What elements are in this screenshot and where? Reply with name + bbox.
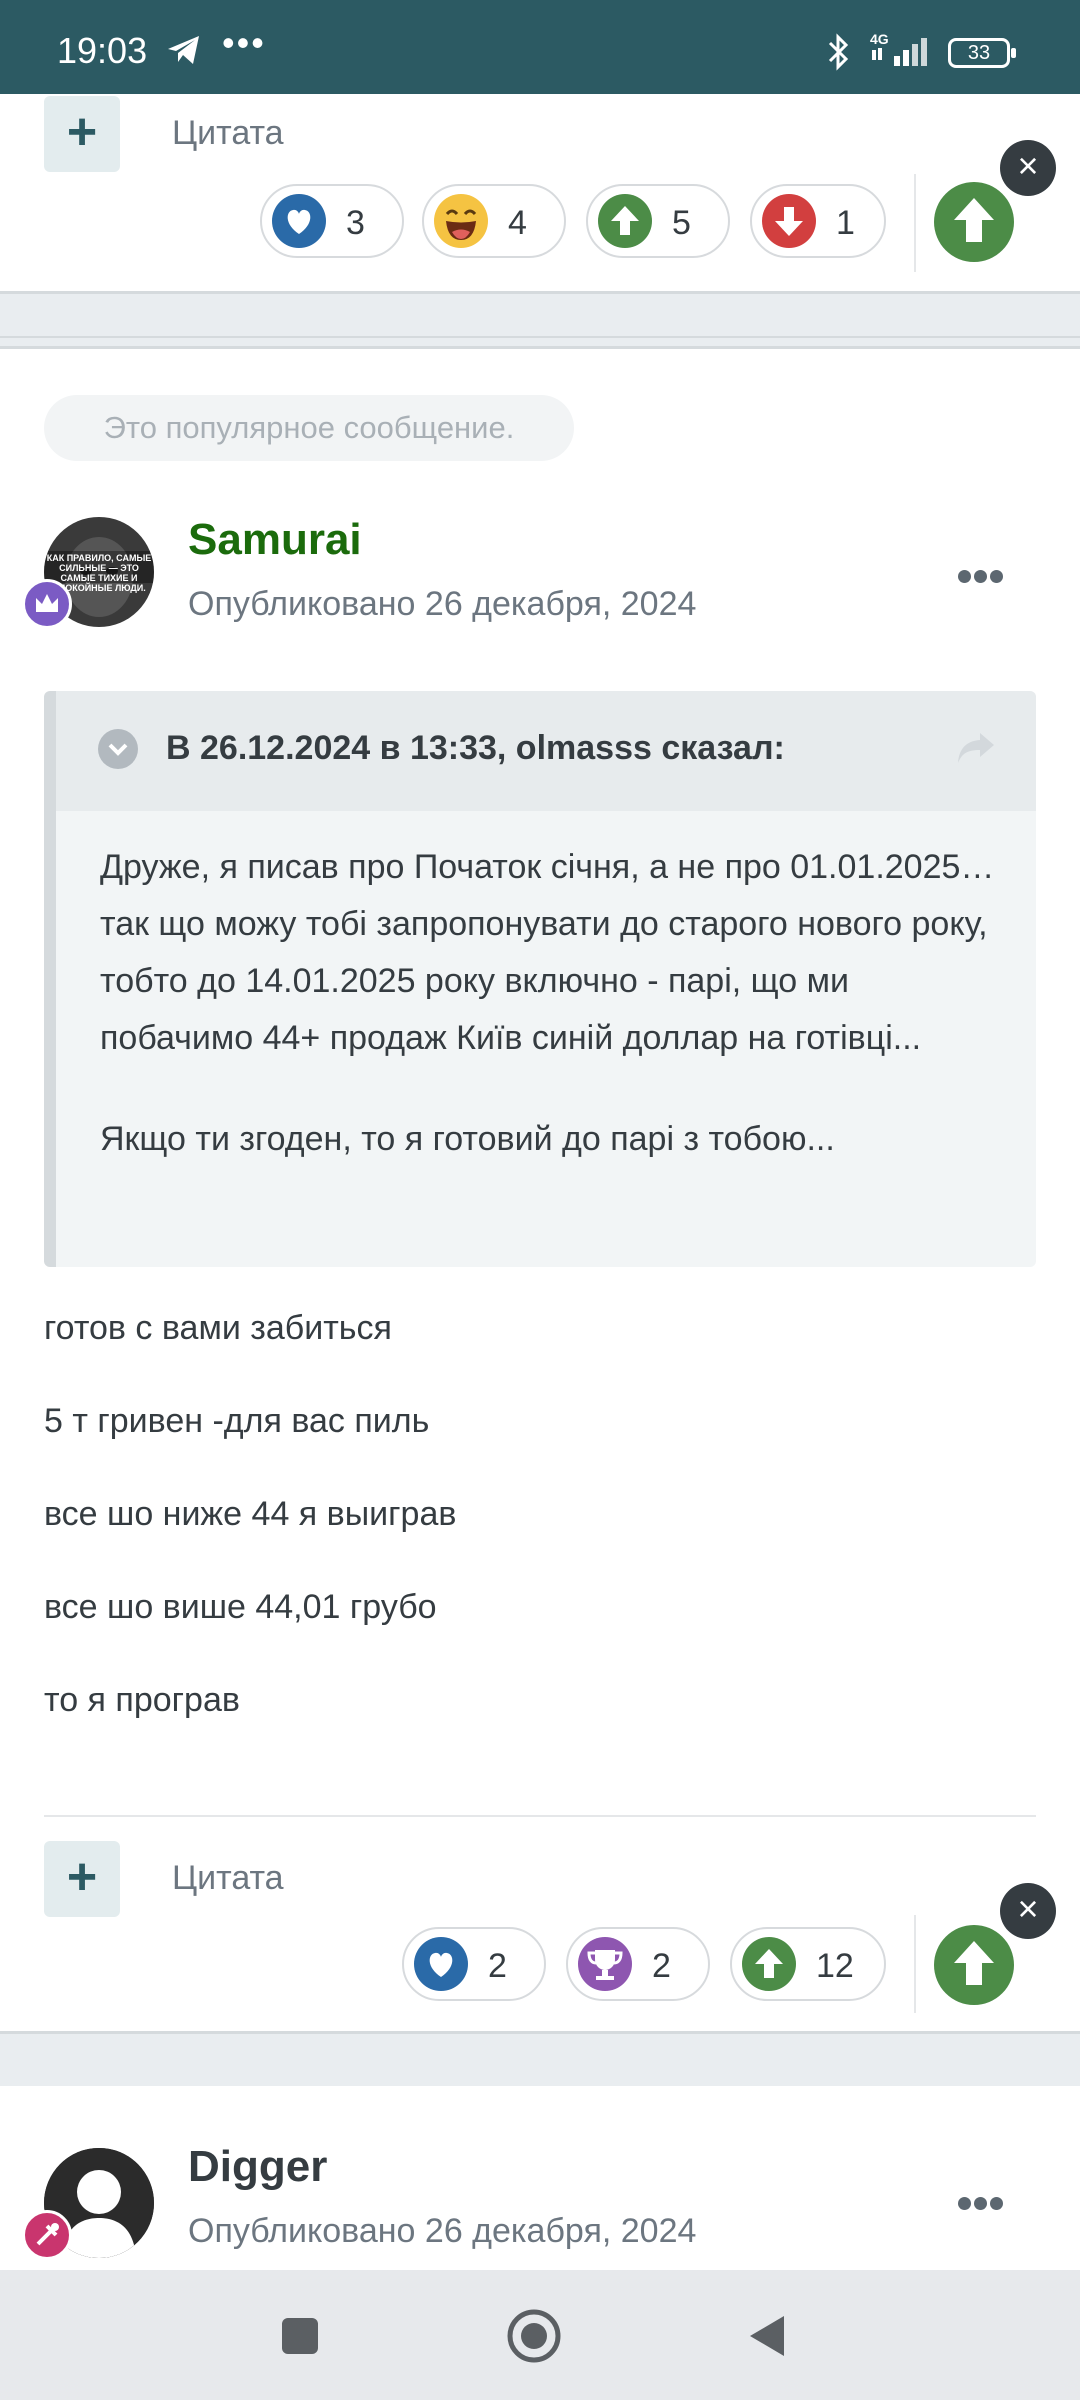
trophy-icon xyxy=(578,1937,632,1991)
rank-crown-icon xyxy=(22,579,72,629)
network-type: 4G xyxy=(870,31,889,47)
post-top-footer: + Цитата 3 4 5 1 × xyxy=(0,94,1080,294)
bluetooth-icon xyxy=(826,32,852,77)
reaction-count: 12 xyxy=(816,1947,854,1985)
reaction-count: 3 xyxy=(346,204,365,242)
telegram-icon xyxy=(166,34,202,71)
share-arrow-icon[interactable] xyxy=(956,731,996,770)
status-time: 19:03 xyxy=(57,30,148,71)
post-text-line: готов с вами забиться xyxy=(44,1309,392,1347)
post-options-icon[interactable] xyxy=(958,2186,1006,2217)
post-text-line: все шо више 44,01 грубо xyxy=(44,1588,437,1626)
heart-icon xyxy=(272,194,326,248)
heart-icon xyxy=(414,1937,468,1991)
upvote-button[interactable] xyxy=(934,182,1014,262)
upvote-icon xyxy=(598,194,652,248)
reaction-upvote[interactable]: 5 xyxy=(586,184,730,258)
post-date: Опубликовано 26 декабря, 2024 xyxy=(188,2212,697,2250)
quote-block: В 26.12.2024 в 13:33, olmasss сказал: Др… xyxy=(44,691,1036,1267)
quote-citation: В 26.12.2024 в 13:33, olmasss сказал: xyxy=(166,729,785,767)
reaction-upvote[interactable]: 12 xyxy=(730,1927,886,2001)
reaction-downvote[interactable]: 1 xyxy=(750,184,886,258)
multiquote-add-button[interactable]: + xyxy=(44,1841,120,1917)
author-name[interactable]: Digger xyxy=(188,2142,327,2192)
close-icon[interactable]: × xyxy=(1000,1883,1056,1939)
back-button[interactable] xyxy=(748,2314,788,2363)
recent-apps-button[interactable] xyxy=(280,2316,320,2361)
upvote-icon xyxy=(742,1937,796,1991)
quote-paragraph: Друже, я писав про Початок січня, а не п… xyxy=(100,848,995,1057)
system-navigation-bar xyxy=(0,2270,1080,2400)
post-options-icon[interactable] xyxy=(958,559,1006,590)
post-text-line: все шо ниже 44 я выиграв xyxy=(44,1495,457,1533)
reaction-heart[interactable]: 3 xyxy=(260,184,404,258)
divider xyxy=(44,1815,1036,1817)
reaction-count: 4 xyxy=(508,204,527,242)
quote-header[interactable]: В 26.12.2024 в 13:33, olmasss сказал: xyxy=(56,691,1036,811)
reaction-trophy[interactable]: 2 xyxy=(566,1927,710,2001)
rank-badge-icon xyxy=(22,2210,72,2260)
more-notifications-icon: ••• xyxy=(222,22,266,63)
post-gap xyxy=(0,294,1080,346)
reaction-count: 2 xyxy=(652,1947,671,1985)
reaction-count: 2 xyxy=(488,1947,507,1985)
author-name[interactable]: Samurai xyxy=(188,515,362,565)
quote-button[interactable]: Цитата xyxy=(172,114,284,153)
close-icon[interactable]: × xyxy=(1000,140,1056,196)
battery-icon: 33 xyxy=(948,38,1016,68)
chevron-down-icon[interactable] xyxy=(98,729,138,769)
popular-badge: Это популярное сообщение. xyxy=(44,395,574,461)
reaction-count: 5 xyxy=(672,204,691,242)
post-date: Опубликовано 26 декабря, 2024 xyxy=(188,585,697,623)
post-digger: Digger Опубликовано 26 декабря, 2024 xyxy=(0,2086,1080,2270)
quote-button[interactable]: Цитата xyxy=(172,1859,284,1898)
signal-icon: 4G xyxy=(868,30,934,75)
divider xyxy=(914,1915,916,2013)
reaction-heart[interactable]: 2 xyxy=(402,1927,546,2001)
post-samurai: Это популярное сообщение. КАК ПРАВИЛО, С… xyxy=(0,346,1080,2034)
post-text-line: 5 т гривен -для вас пиль xyxy=(44,1402,430,1440)
downvote-icon xyxy=(762,194,816,248)
post-text-line: то я програв xyxy=(44,1681,240,1719)
divider xyxy=(914,174,916,272)
multiquote-add-button[interactable]: + xyxy=(44,96,120,172)
post-gap xyxy=(0,2034,1080,2086)
upvote-button[interactable] xyxy=(934,1925,1014,2005)
laugh-icon xyxy=(434,194,488,248)
home-button[interactable] xyxy=(506,2308,562,2369)
status-bar: 19:03 ••• 4G 33 xyxy=(0,0,1080,94)
quote-paragraph: Якщо ти згоден, то я готовий до парі з т… xyxy=(100,1120,835,1158)
reaction-count: 1 xyxy=(836,204,855,242)
reaction-laugh[interactable]: 4 xyxy=(422,184,566,258)
